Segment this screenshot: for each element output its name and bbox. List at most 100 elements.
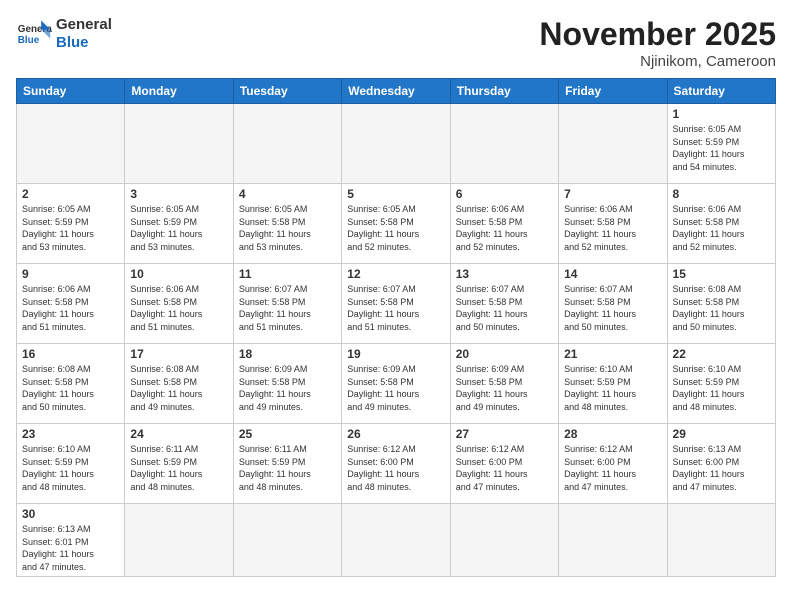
weekday-header-sunday: Sunday <box>17 79 125 104</box>
calendar-day-cell: 13Sunrise: 6:07 AM Sunset: 5:58 PM Dayli… <box>450 264 558 344</box>
logo-general-text: General <box>56 16 112 34</box>
calendar-day-cell <box>233 504 341 577</box>
calendar-day-cell: 10Sunrise: 6:06 AM Sunset: 5:58 PM Dayli… <box>125 264 233 344</box>
day-info: Sunrise: 6:07 AM Sunset: 5:58 PM Dayligh… <box>239 283 336 333</box>
day-number: 6 <box>456 187 553 201</box>
day-info: Sunrise: 6:07 AM Sunset: 5:58 PM Dayligh… <box>347 283 444 333</box>
day-info: Sunrise: 6:06 AM Sunset: 5:58 PM Dayligh… <box>564 203 661 253</box>
day-number: 14 <box>564 267 661 281</box>
weekday-header-monday: Monday <box>125 79 233 104</box>
month-title: November 2025 <box>539 16 776 53</box>
weekday-header-saturday: Saturday <box>667 79 775 104</box>
calendar-day-cell: 19Sunrise: 6:09 AM Sunset: 5:58 PM Dayli… <box>342 344 450 424</box>
day-number: 1 <box>673 107 770 121</box>
calendar-week-row: 23 Sunrise: 6:10 AM Sunset: 5:59 PM Dayli… <box>17 424 776 504</box>
day-info: Sunrise: 6:06 AM Sunset: 5:58 PM Dayligh… <box>22 283 119 333</box>
day-number: 18 <box>239 347 336 361</box>
calendar-week-row: 2 Sunrise: 6:05 AM Sunset: 5:59 PM Daylig… <box>17 184 776 264</box>
calendar-week-row: 1 Sunrise: 6:05 AM Sunset: 5:59 PM Daylig… <box>17 104 776 184</box>
calendar-week-row: 30Sunrise: 6:13 AM Sunset: 6:01 PM Dayli… <box>17 504 776 577</box>
calendar-day-cell <box>233 104 341 184</box>
day-number: 26 <box>347 427 444 441</box>
day-number: 24 <box>130 427 227 441</box>
day-number: 2 <box>22 187 119 201</box>
day-info: Sunrise: 6:09 AM Sunset: 5:58 PM Dayligh… <box>347 363 444 413</box>
calendar-day-cell: 14 Sunrise: 6:07 AM Sunset: 5:58 PM Dayli… <box>559 264 667 344</box>
day-number: 29 <box>673 427 770 441</box>
day-info: Sunrise: 6:08 AM Sunset: 5:58 PM Dayligh… <box>673 283 770 333</box>
calendar-day-cell: 27Sunrise: 6:12 AM Sunset: 6:00 PM Dayli… <box>450 424 558 504</box>
calendar-day-cell: 29Sunrise: 6:13 AM Sunset: 6:00 PM Dayli… <box>667 424 775 504</box>
calendar-day-cell <box>17 104 125 184</box>
day-number: 23 <box>22 427 119 441</box>
calendar-day-cell: 16Sunrise: 6:08 AM Sunset: 5:58 PM Dayli… <box>17 344 125 424</box>
calendar-day-cell: 25 Sunrise: 6:11 AM Sunset: 5:59 PM Dayli… <box>233 424 341 504</box>
day-info: Sunrise: 6:13 AM Sunset: 6:01 PM Dayligh… <box>22 523 119 573</box>
weekday-header-friday: Friday <box>559 79 667 104</box>
day-info: Sunrise: 6:10 AM Sunset: 5:59 PM Dayligh… <box>673 363 770 413</box>
calendar-day-cell: 22 Sunrise: 6:10 AM Sunset: 5:59 PM Dayli… <box>667 344 775 424</box>
calendar-day-cell <box>125 504 233 577</box>
calendar-day-cell: 30Sunrise: 6:13 AM Sunset: 6:01 PM Dayli… <box>17 504 125 577</box>
calendar-day-cell: 18Sunrise: 6:09 AM Sunset: 5:58 PM Dayli… <box>233 344 341 424</box>
logo-blue-text: Blue <box>56 34 112 52</box>
day-number: 9 <box>22 267 119 281</box>
day-info: Sunrise: 6:10 AM Sunset: 5:59 PM Dayligh… <box>22 443 119 493</box>
day-number: 4 <box>239 187 336 201</box>
day-info: Sunrise: 6:07 AM Sunset: 5:58 PM Dayligh… <box>456 283 553 333</box>
day-info: Sunrise: 6:09 AM Sunset: 5:58 PM Dayligh… <box>456 363 553 413</box>
page-header: General Blue General Blue November 2025 … <box>16 16 776 70</box>
day-info: Sunrise: 6:11 AM Sunset: 5:59 PM Dayligh… <box>130 443 227 493</box>
calendar-day-cell <box>342 104 450 184</box>
location: Njinikom, Cameroon <box>539 53 776 70</box>
day-number: 12 <box>347 267 444 281</box>
day-info: Sunrise: 6:06 AM Sunset: 5:58 PM Dayligh… <box>673 203 770 253</box>
calendar-day-cell: 17 Sunrise: 6:08 AM Sunset: 5:58 PM Dayli… <box>125 344 233 424</box>
calendar-day-cell: 9 Sunrise: 6:06 AM Sunset: 5:58 PM Daylig… <box>17 264 125 344</box>
day-info: Sunrise: 6:08 AM Sunset: 5:58 PM Dayligh… <box>130 363 227 413</box>
calendar-day-cell: 5 Sunrise: 6:05 AM Sunset: 5:58 PM Daylig… <box>342 184 450 264</box>
day-info: Sunrise: 6:05 AM Sunset: 5:59 PM Dayligh… <box>673 123 770 173</box>
calendar-day-cell: 24 Sunrise: 6:11 AM Sunset: 5:59 PM Dayli… <box>125 424 233 504</box>
day-info: Sunrise: 6:06 AM Sunset: 5:58 PM Dayligh… <box>456 203 553 253</box>
day-info: Sunrise: 6:07 AM Sunset: 5:58 PM Dayligh… <box>564 283 661 333</box>
calendar-day-cell: 4 Sunrise: 6:05 AM Sunset: 5:58 PM Daylig… <box>233 184 341 264</box>
day-info: Sunrise: 6:12 AM Sunset: 6:00 PM Dayligh… <box>564 443 661 493</box>
day-number: 15 <box>673 267 770 281</box>
day-number: 17 <box>130 347 227 361</box>
calendar-day-cell: 8 Sunrise: 6:06 AM Sunset: 5:58 PM Daylig… <box>667 184 775 264</box>
day-info: Sunrise: 6:05 AM Sunset: 5:58 PM Dayligh… <box>239 203 336 253</box>
day-number: 28 <box>564 427 661 441</box>
calendar-day-cell: 7 Sunrise: 6:06 AM Sunset: 5:58 PM Daylig… <box>559 184 667 264</box>
calendar-day-cell <box>559 504 667 577</box>
day-number: 16 <box>22 347 119 361</box>
weekday-header-tuesday: Tuesday <box>233 79 341 104</box>
calendar-week-row: 16 Sunrise: 6:08 AM Sunset: 5:58 PM Dayli… <box>17 344 776 424</box>
calendar-day-cell: 23 Sunrise: 6:10 AM Sunset: 5:59 PM Dayli… <box>17 424 125 504</box>
calendar-day-cell <box>667 504 775 577</box>
day-info: Sunrise: 6:10 AM Sunset: 5:59 PM Dayligh… <box>564 363 661 413</box>
calendar-day-cell: 21Sunrise: 6:10 AM Sunset: 5:59 PM Dayli… <box>559 344 667 424</box>
calendar-day-cell <box>125 104 233 184</box>
calendar-day-cell: 26Sunrise: 6:12 AM Sunset: 6:00 PM Dayli… <box>342 424 450 504</box>
logo: General Blue General Blue <box>16 16 112 52</box>
calendar-day-cell <box>450 504 558 577</box>
day-number: 22 <box>673 347 770 361</box>
calendar-day-cell: 20 Sunrise: 6:09 AM Sunset: 5:58 PM Dayli… <box>450 344 558 424</box>
logo-icon: General Blue <box>16 16 52 52</box>
svg-text:Blue: Blue <box>18 35 40 46</box>
day-number: 5 <box>347 187 444 201</box>
day-number: 8 <box>673 187 770 201</box>
day-number: 11 <box>239 267 336 281</box>
day-number: 20 <box>456 347 553 361</box>
day-number: 25 <box>239 427 336 441</box>
title-block: November 2025 Njinikom, Cameroon <box>539 16 776 70</box>
calendar-table: SundayMondayTuesdayWednesdayThursdayFrid… <box>16 78 776 577</box>
day-number: 7 <box>564 187 661 201</box>
day-info: Sunrise: 6:11 AM Sunset: 5:59 PM Dayligh… <box>239 443 336 493</box>
day-info: Sunrise: 6:05 AM Sunset: 5:58 PM Dayligh… <box>347 203 444 253</box>
calendar-day-cell: 15 Sunrise: 6:08 AM Sunset: 5:58 PM Dayli… <box>667 264 775 344</box>
weekday-header-row: SundayMondayTuesdayWednesdayThursdayFrid… <box>17 79 776 104</box>
day-number: 27 <box>456 427 553 441</box>
day-info: Sunrise: 6:05 AM Sunset: 5:59 PM Dayligh… <box>130 203 227 253</box>
